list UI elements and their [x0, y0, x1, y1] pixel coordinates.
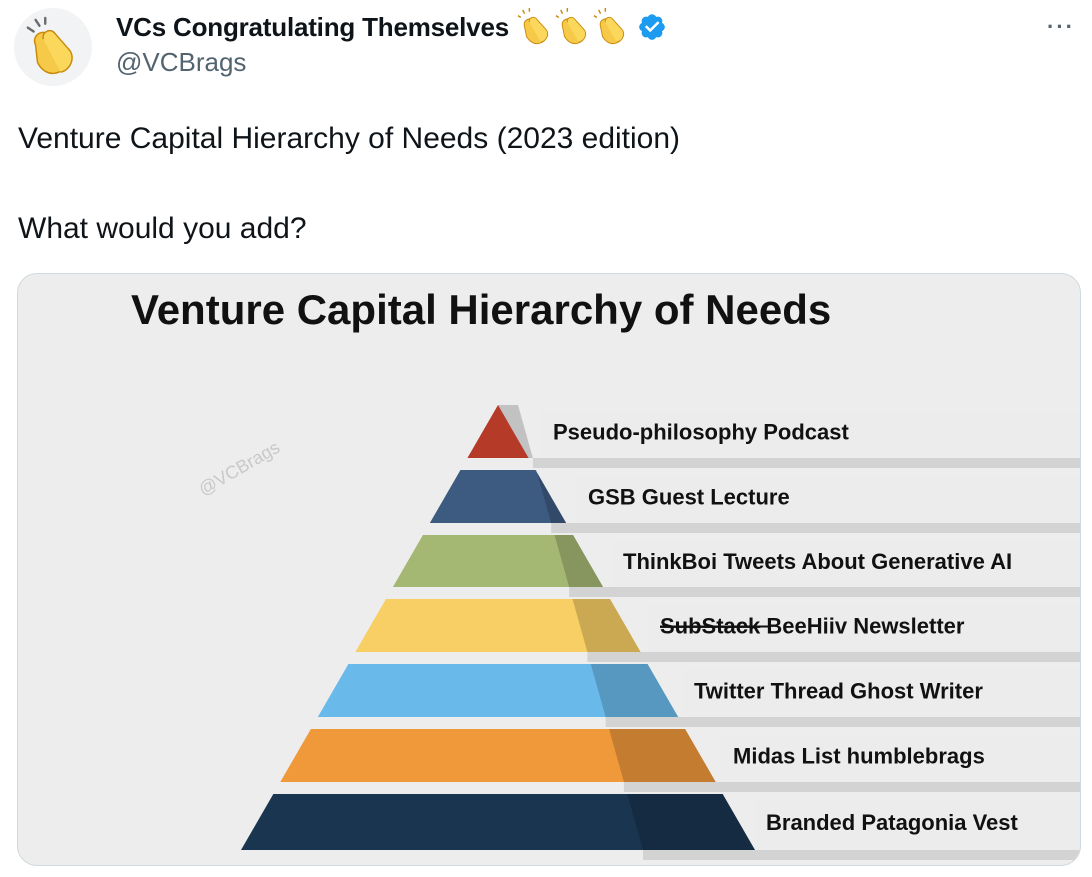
image-title: Venture Capital Hierarchy of Needs: [131, 286, 831, 333]
clapping-hands-icon: [517, 8, 549, 45]
hierarchy-pyramid-image: Venture Capital Hierarchy of Needs @VCBr…: [131, 286, 1080, 860]
name-emojis: [517, 8, 631, 46]
author-name-row: VCs Congratulating Themselves: [116, 8, 667, 46]
clapping-hands-icon: [26, 16, 73, 75]
tier-separator: [643, 850, 1080, 860]
display-name[interactable]: VCs Congratulating Themselves: [116, 12, 509, 43]
tweet-image[interactable]: Venture Capital Hierarchy of Needs @VCBr…: [17, 273, 1081, 866]
tier-label: GSB Guest Lecture: [588, 485, 790, 510]
watermark: @VCBrags: [195, 437, 283, 499]
tweet-text-line: What would you add?: [18, 212, 307, 245]
tier-separator: [551, 523, 1080, 533]
tier-separator: [623, 782, 1080, 792]
tier-separator: [605, 717, 1080, 727]
tweet-text-line: Venture Capital Hierarchy of Needs (2023…: [18, 122, 681, 155]
tier-separator: [587, 652, 1080, 662]
tier-label: Twitter Thread Ghost Writer: [694, 679, 983, 704]
pyramid-tier-shade: [627, 794, 755, 850]
clapping-hands-icon: [555, 8, 587, 45]
tweet-text: Venture Capital Hierarchy of Needs (2023…: [18, 116, 680, 252]
tier-label: ThinkBoi Tweets About Generative AI: [623, 549, 1012, 574]
clapping-hands-icon: [593, 8, 625, 45]
pyramid-tier-shade: [590, 664, 679, 717]
tier-label: Branded Patagonia Vest: [766, 810, 1019, 835]
more-options-icon[interactable]: ···: [1044, 14, 1078, 40]
pyramid-tier-shade: [609, 729, 716, 782]
tier-label: Pseudo-philosophy Podcast: [553, 420, 849, 445]
tier-label: Midas List humblebrags: [733, 744, 985, 769]
verified-badge-icon[interactable]: [637, 12, 667, 42]
tier-separator: [532, 458, 1080, 468]
tier-separator: [569, 587, 1080, 597]
handle[interactable]: @VCBrags: [116, 47, 246, 78]
avatar[interactable]: [14, 8, 92, 86]
